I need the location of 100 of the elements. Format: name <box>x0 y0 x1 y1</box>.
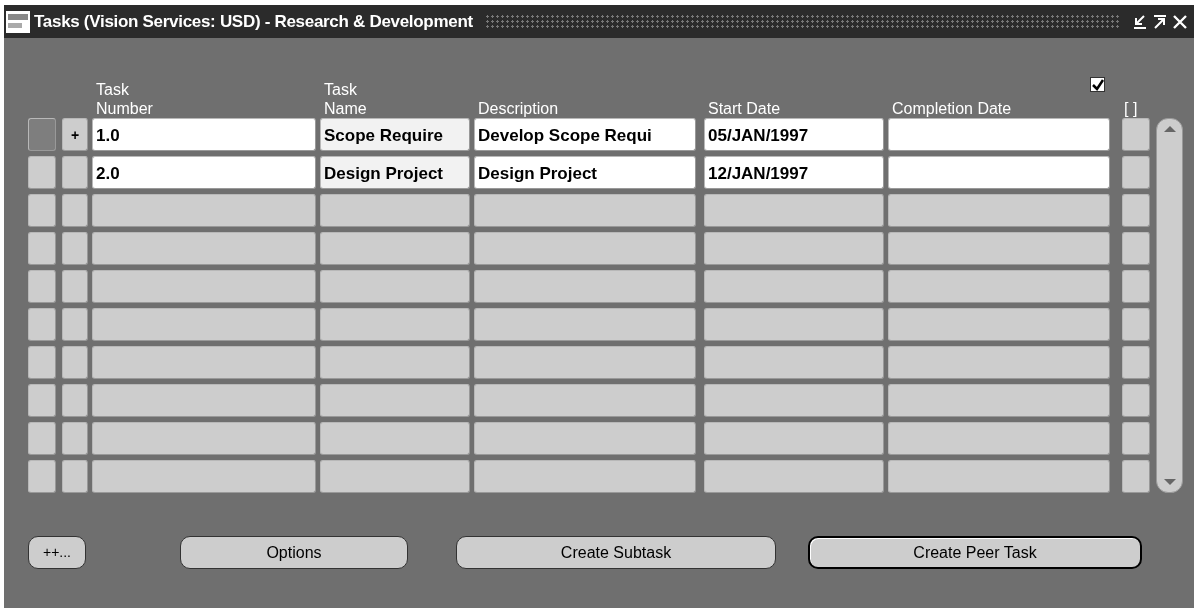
row-checkbox[interactable] <box>1122 422 1150 455</box>
input-field[interactable] <box>888 232 1110 265</box>
expander-cell[interactable] <box>62 308 88 341</box>
input-field[interactable] <box>704 232 884 265</box>
input-field[interactable] <box>474 308 696 341</box>
input-field[interactable] <box>92 194 316 227</box>
close-icon[interactable] <box>1172 13 1188 30</box>
input-field[interactable] <box>888 384 1110 417</box>
input-field[interactable] <box>92 308 316 341</box>
app-icon <box>6 10 30 33</box>
input-field[interactable]: 12/JAN/1997 <box>704 156 884 189</box>
expander-cell[interactable] <box>62 194 88 227</box>
input-field[interactable] <box>888 270 1110 303</box>
column-header: [ ] <box>1124 99 1138 118</box>
input-field[interactable] <box>888 194 1110 227</box>
row-checkbox[interactable] <box>1122 346 1150 379</box>
input-field[interactable] <box>888 346 1110 379</box>
row-checkbox[interactable] <box>1122 384 1150 417</box>
input-field[interactable] <box>320 422 470 455</box>
scroll-down-icon[interactable] <box>1163 478 1177 486</box>
input-field[interactable]: Design Project <box>320 156 470 189</box>
row-checkbox[interactable] <box>1122 460 1150 493</box>
input-field[interactable]: 2.0 <box>92 156 316 189</box>
input-field[interactable] <box>92 384 316 417</box>
record-indicator[interactable] <box>28 156 56 189</box>
input-field[interactable] <box>474 384 696 417</box>
input-field[interactable]: 05/JAN/1997 <box>704 118 884 151</box>
row-checkbox[interactable] <box>1122 270 1150 303</box>
input-field[interactable] <box>888 460 1110 493</box>
input-field[interactable] <box>320 384 470 417</box>
input-field[interactable] <box>704 346 884 379</box>
input-field[interactable] <box>704 270 884 303</box>
input-field[interactable] <box>704 460 884 493</box>
column-header: Description <box>478 99 559 118</box>
input-field[interactable] <box>474 346 696 379</box>
record-indicator[interactable] <box>28 118 56 151</box>
input-field[interactable] <box>474 270 696 303</box>
row-checkbox[interactable] <box>1122 308 1150 341</box>
input-field[interactable] <box>704 422 884 455</box>
input-field[interactable] <box>888 118 1110 151</box>
button[interactable]: Options <box>180 536 408 569</box>
input-field[interactable] <box>92 232 316 265</box>
expander-cell[interactable] <box>62 346 88 379</box>
record-indicator[interactable] <box>28 232 56 265</box>
button[interactable]: Create Peer Task <box>808 536 1142 569</box>
expander-cell[interactable]: + <box>62 118 88 151</box>
input-field[interactable] <box>474 422 696 455</box>
record-indicator[interactable] <box>28 460 56 493</box>
input-field[interactable]: Develop Scope Requi <box>474 118 696 151</box>
expander-cell[interactable] <box>62 156 88 189</box>
expander-cell[interactable] <box>62 384 88 417</box>
input-field[interactable] <box>474 232 696 265</box>
expander-cell[interactable] <box>62 460 88 493</box>
button[interactable]: Create Subtask <box>456 536 776 569</box>
column-header: Task Name <box>324 80 367 118</box>
record-indicator[interactable] <box>28 422 56 455</box>
input-field[interactable] <box>474 194 696 227</box>
expander-cell[interactable] <box>62 232 88 265</box>
expander-cell[interactable] <box>62 422 88 455</box>
input-field[interactable] <box>320 308 470 341</box>
input-field[interactable] <box>320 232 470 265</box>
input-field[interactable] <box>92 422 316 455</box>
input-field[interactable]: 1.0 <box>92 118 316 151</box>
checkbox[interactable] <box>1090 77 1105 92</box>
input-field[interactable] <box>704 384 884 417</box>
input-field[interactable] <box>92 460 316 493</box>
column-header: Task Number <box>96 80 153 118</box>
record-indicator[interactable] <box>28 270 56 303</box>
maximize-icon[interactable] <box>1152 13 1168 30</box>
button[interactable]: ++... <box>28 536 86 569</box>
input-field[interactable]: Scope Require <box>320 118 470 151</box>
minimize-icon[interactable] <box>1132 13 1148 30</box>
input-field[interactable] <box>320 194 470 227</box>
record-indicator[interactable] <box>28 194 56 227</box>
input-field[interactable] <box>888 156 1110 189</box>
input-field[interactable] <box>888 422 1110 455</box>
expander-cell[interactable] <box>62 270 88 303</box>
input-field[interactable] <box>474 460 696 493</box>
column-header: Start Date <box>708 99 781 118</box>
row-checkbox[interactable] <box>1122 232 1150 265</box>
input-field[interactable] <box>320 346 470 379</box>
input-field[interactable]: Design Project <box>474 156 696 189</box>
record-indicator[interactable] <box>28 384 56 417</box>
column-header: Completion Date <box>892 99 1012 118</box>
input-field[interactable] <box>704 194 884 227</box>
record-indicator[interactable] <box>28 346 56 379</box>
input-field[interactable] <box>320 460 470 493</box>
row-checkbox[interactable] <box>1122 156 1150 189</box>
row-checkbox[interactable] <box>1122 194 1150 227</box>
input-field[interactable] <box>92 346 316 379</box>
input-field[interactable] <box>92 270 316 303</box>
scroll-up-icon[interactable] <box>1163 125 1177 133</box>
input-field[interactable] <box>320 270 470 303</box>
scrollbar[interactable] <box>1156 118 1183 493</box>
grip-pattern[interactable] <box>484 13 1120 30</box>
input-field[interactable] <box>704 308 884 341</box>
record-indicator[interactable] <box>28 308 56 341</box>
row-checkbox[interactable] <box>1122 118 1150 151</box>
window-title: Tasks (Vision Services: USD) - Research & Development <box>34 10 473 33</box>
input-field[interactable] <box>888 308 1110 341</box>
